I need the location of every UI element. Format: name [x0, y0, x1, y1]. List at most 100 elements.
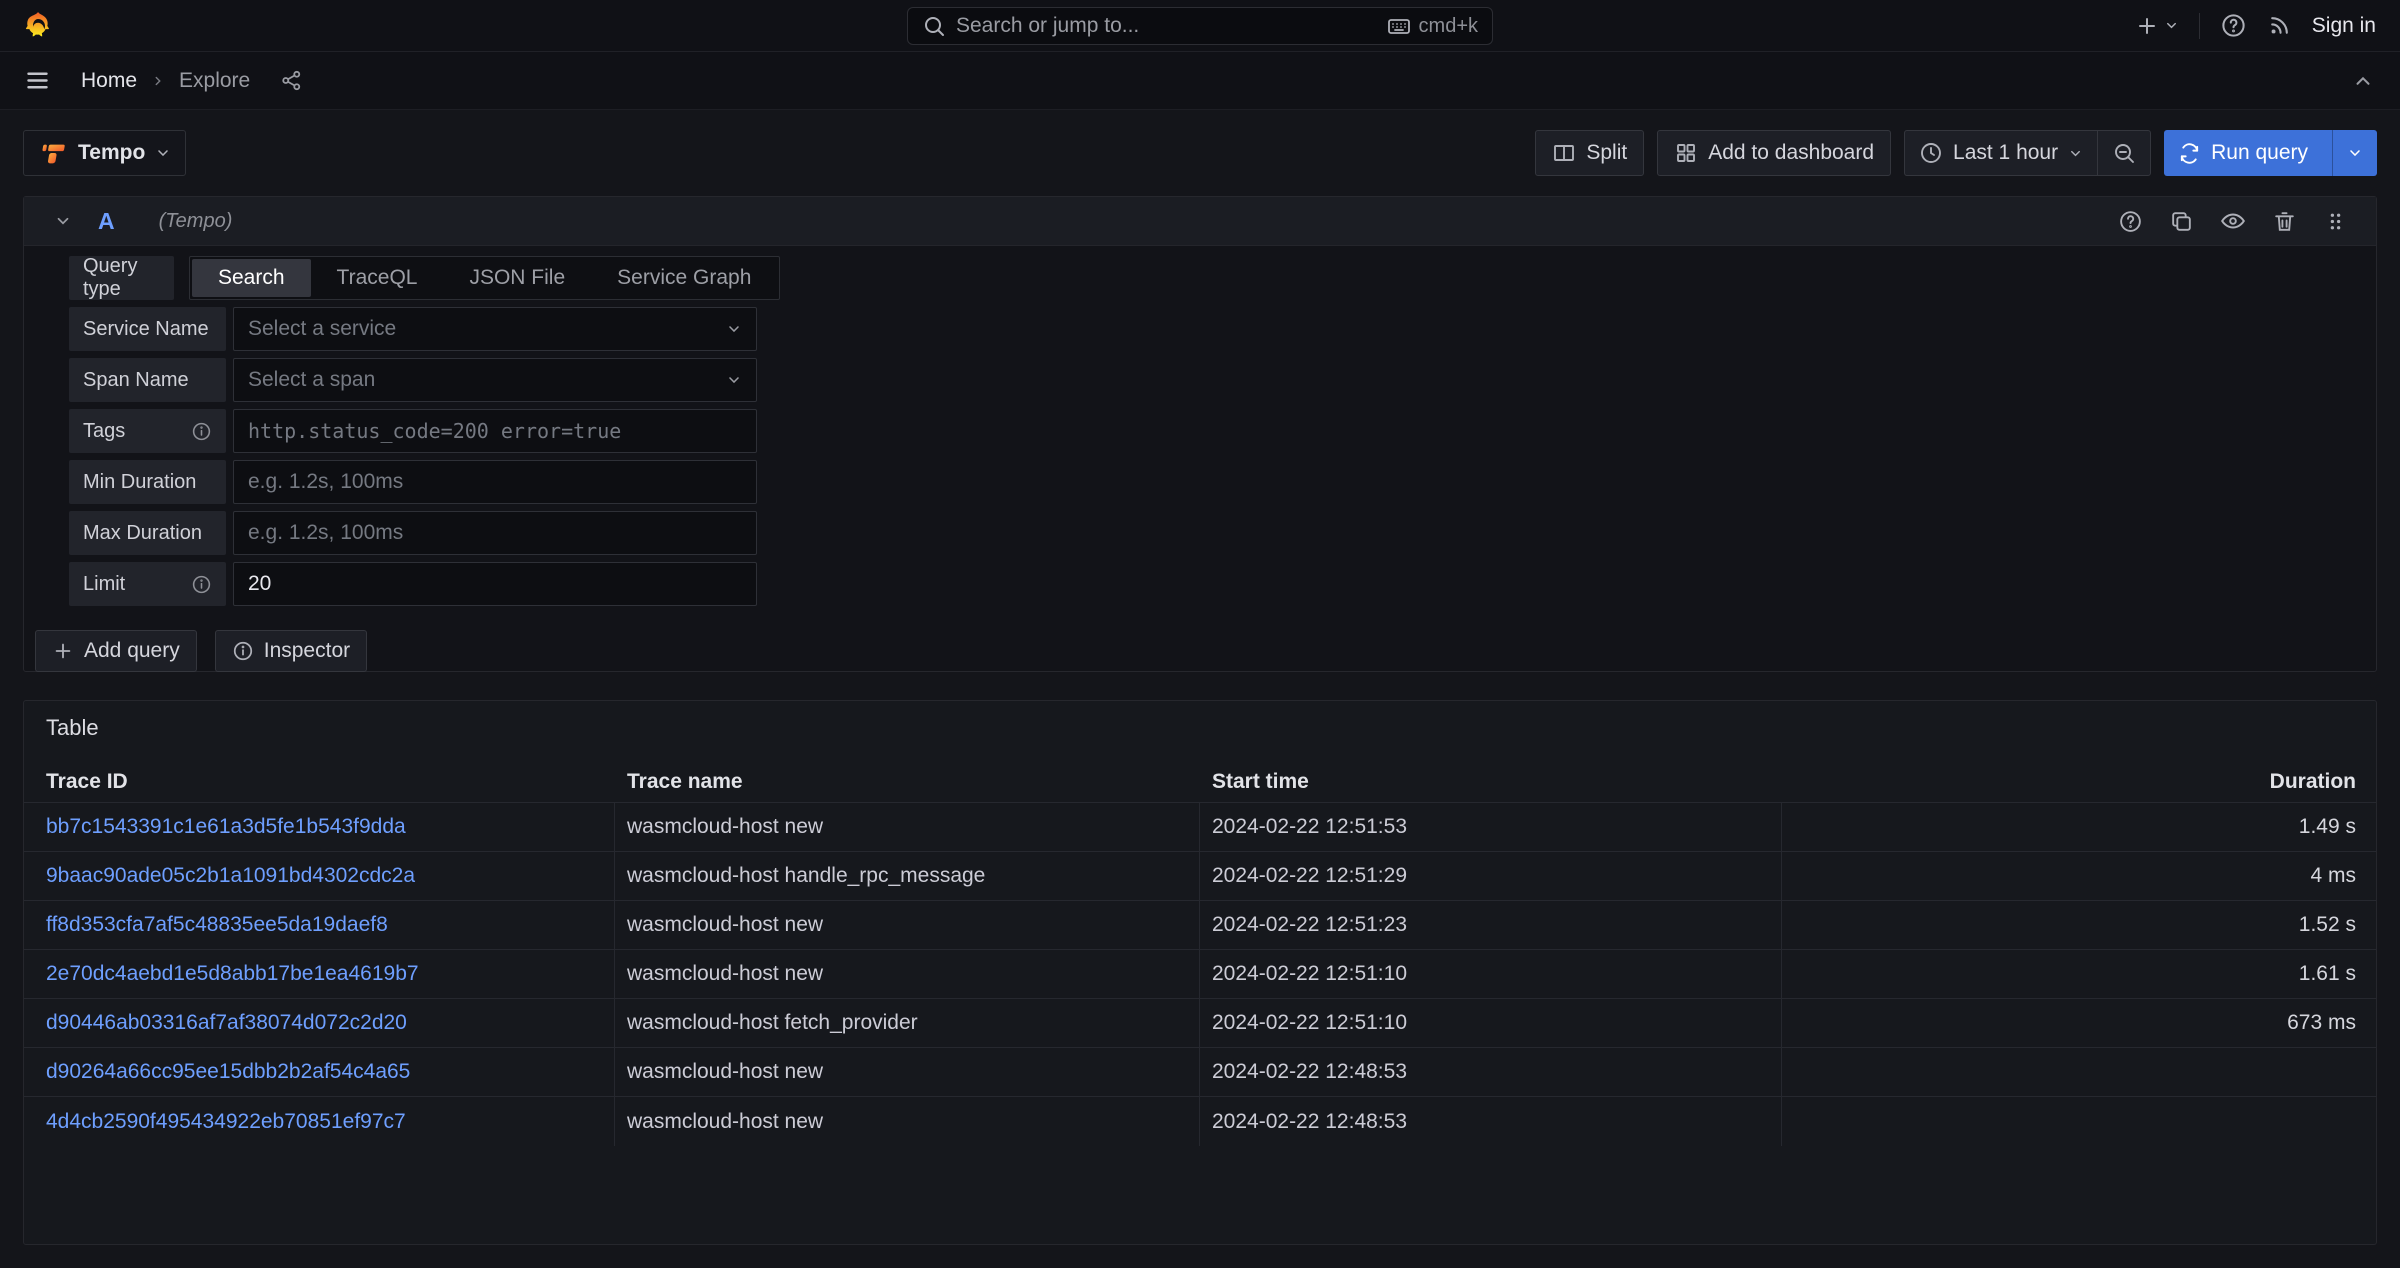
search-form: Service Name Select a service Span Name Sel… [69, 307, 2376, 606]
input-min-duration[interactable]: e.g. 1.2s, 100ms [233, 460, 757, 504]
query-row-header[interactable]: A (Tempo) [24, 197, 2376, 246]
table-row: d90446ab03316af7af38074d072c2d20wasmclou… [24, 999, 2376, 1048]
tab-traceql[interactable]: TraceQL [311, 259, 444, 297]
table-panel: Table Trace IDTrace nameStart timeDurati… [23, 700, 2377, 1245]
trace-id-cell: 4d4cb2590f495434922eb70851ef97c7 [24, 1097, 615, 1146]
column-header-trace-id[interactable]: Trace ID [24, 761, 615, 802]
trace-id-link[interactable]: 4d4cb2590f495434922eb70851ef97c7 [46, 1110, 406, 1134]
column-header-trace-name[interactable]: Trace name [615, 761, 1200, 802]
table-row: bb7c1543391c1e61a3d5fe1b543f9dda wasmclou… [24, 803, 2376, 852]
field-placeholder: http.status_code=200 error=true [248, 419, 621, 443]
explore-toolbar: Tempo Split Add to dashboard [0, 110, 2400, 196]
field-placeholder: e.g. 1.2s, 100ms [248, 521, 403, 545]
field-label-text: Service Name [83, 318, 209, 341]
trace-name-cell: wasmcloud-host handle_rpc_message [615, 852, 1200, 900]
tab-search[interactable]: Search [192, 259, 311, 297]
duration-cell: 673 ms [1782, 999, 2376, 1047]
breadcrumb-bar: Home Explore [0, 52, 2400, 110]
eye-icon[interactable] [2220, 208, 2246, 234]
breadcrumb-current: Explore [179, 69, 250, 93]
field-label: Service Name [69, 307, 226, 351]
query-ref-id: A [98, 208, 115, 235]
share-icon[interactable] [280, 69, 303, 92]
search-placeholder: Search or jump to... [956, 14, 1377, 38]
trace-id-link[interactable]: bb7c1543391c1e61a3d5fe1b543f9dda [46, 815, 406, 839]
global-search-input[interactable]: Search or jump to... cmd+k [907, 7, 1493, 45]
trace-id-cell: ff8d353cfa7af5c48835ee5da19daef8 [24, 901, 615, 949]
datasource-picker[interactable]: Tempo [23, 130, 186, 176]
trace-name-cell: wasmcloud-host new [615, 803, 1200, 851]
trace-id-link[interactable]: d90446ab03316af7af38074d072c2d20 [46, 1011, 407, 1035]
trace-id-link[interactable]: d90264a66cc95ee15dbb2b2af54c4a65 [46, 1060, 410, 1084]
field-label-text: Min Duration [83, 471, 196, 494]
plus-icon [2135, 14, 2159, 38]
form-row-span-name: Span Name Select a span [69, 358, 2376, 402]
field-placeholder: e.g. 1.2s, 100ms [248, 470, 403, 494]
help-icon[interactable] [2118, 209, 2143, 234]
news-icon[interactable] [2267, 13, 2292, 38]
input-tags[interactable]: http.status_code=200 error=true [233, 409, 757, 453]
select-span-name[interactable]: Select a span [233, 358, 757, 402]
sync-icon [2178, 142, 2201, 165]
trace-id-cell: d90446ab03316af7af38074d072c2d20 [24, 999, 615, 1047]
time-range-picker[interactable]: Last 1 hour [1905, 131, 2097, 175]
drag-handle-icon[interactable] [2323, 209, 2348, 234]
split-view-icon [1552, 141, 1576, 165]
grafana-explore-page: Search or jump to... cmd+k [0, 0, 2400, 1268]
inspector-button[interactable]: Inspector [215, 630, 367, 672]
breadcrumb: Home Explore [81, 69, 303, 93]
keyboard-icon [1387, 14, 1411, 38]
trace-name-cell: wasmcloud-host new [615, 950, 1200, 998]
time-picker-group: Last 1 hour [1904, 130, 2151, 176]
chevron-right-icon [151, 74, 165, 88]
input-max-duration[interactable]: e.g. 1.2s, 100ms [233, 511, 757, 555]
table-row: 2e70dc4aebd1e5d8abb17be1ea4619b7 wasmclou… [24, 950, 2376, 999]
field-label-text: Max Duration [83, 522, 202, 545]
duration-cell: 1.49 s [1782, 803, 2376, 851]
query-type-tabs: SearchTraceQLJSON FileService Graph [189, 256, 780, 300]
toolbar-actions: Split Add to dashboard Last 1 hour [1535, 130, 2377, 176]
duration-cell [1782, 1097, 2376, 1146]
trace-id-cell: bb7c1543391c1e61a3d5fe1b543f9dda [24, 803, 615, 851]
field-value: 20 [248, 572, 271, 596]
top-right-controls: Sign in [2135, 12, 2376, 39]
select-service-name[interactable]: Select a service [233, 307, 757, 351]
sign-in-link[interactable]: Sign in [2312, 14, 2376, 38]
column-header-duration[interactable]: Duration [1782, 761, 2376, 802]
column-header-start-time[interactable]: Start time [1200, 761, 1782, 802]
query-type-label: Query type [69, 256, 174, 300]
new-menu-button[interactable] [2135, 14, 2179, 38]
zoom-out-time-button[interactable] [2097, 131, 2150, 175]
tab-service-graph[interactable]: Service Graph [591, 259, 777, 297]
run-query-button[interactable]: Run query [2164, 130, 2322, 176]
add-query-button[interactable]: Add query [35, 630, 197, 672]
form-row-service-name: Service Name Select a service [69, 307, 2376, 351]
menu-toggle-icon[interactable] [24, 67, 51, 94]
field-label-text: Span Name [83, 369, 189, 392]
table-header-row: Trace IDTrace nameStart timeDuration [24, 761, 2376, 803]
field-label: Min Duration [69, 460, 226, 504]
trace-id-link[interactable]: ff8d353cfa7af5c48835ee5da19daef8 [46, 913, 388, 937]
chevron-down-icon[interactable] [54, 212, 72, 230]
table-row: 4d4cb2590f495434922eb70851ef97c7 wasmclou… [24, 1097, 2376, 1146]
add-to-dashboard-button[interactable]: Add to dashboard [1657, 130, 1891, 176]
info-icon [191, 574, 212, 595]
grafana-logo-icon[interactable] [22, 9, 54, 43]
input-limit[interactable]: 20 [233, 562, 757, 606]
form-row-max-duration: Max Duration e.g. 1.2s, 100ms [69, 511, 2376, 555]
field-label: Limit [69, 562, 226, 606]
trace-id-link[interactable]: 2e70dc4aebd1e5d8abb17be1ea4619b7 [46, 962, 419, 986]
trace-name-cell: wasmcloud-host new [615, 901, 1200, 949]
clock-icon [1919, 141, 1943, 165]
help-icon[interactable] [2220, 12, 2247, 39]
run-query-options-button[interactable] [2332, 130, 2377, 176]
field-label-text: Limit [83, 573, 125, 596]
breadcrumb-home[interactable]: Home [81, 69, 137, 93]
collapse-section-icon[interactable] [2352, 70, 2374, 92]
tab-json-file[interactable]: JSON File [443, 259, 591, 297]
split-button[interactable]: Split [1535, 130, 1644, 176]
trash-icon[interactable] [2272, 209, 2297, 234]
trace-id-link[interactable]: 9baac90ade05c2b1a1091bd4302cdc2a [46, 864, 415, 888]
trace-name-cell: wasmcloud-host new [615, 1097, 1200, 1146]
copy-icon[interactable] [2169, 209, 2194, 234]
